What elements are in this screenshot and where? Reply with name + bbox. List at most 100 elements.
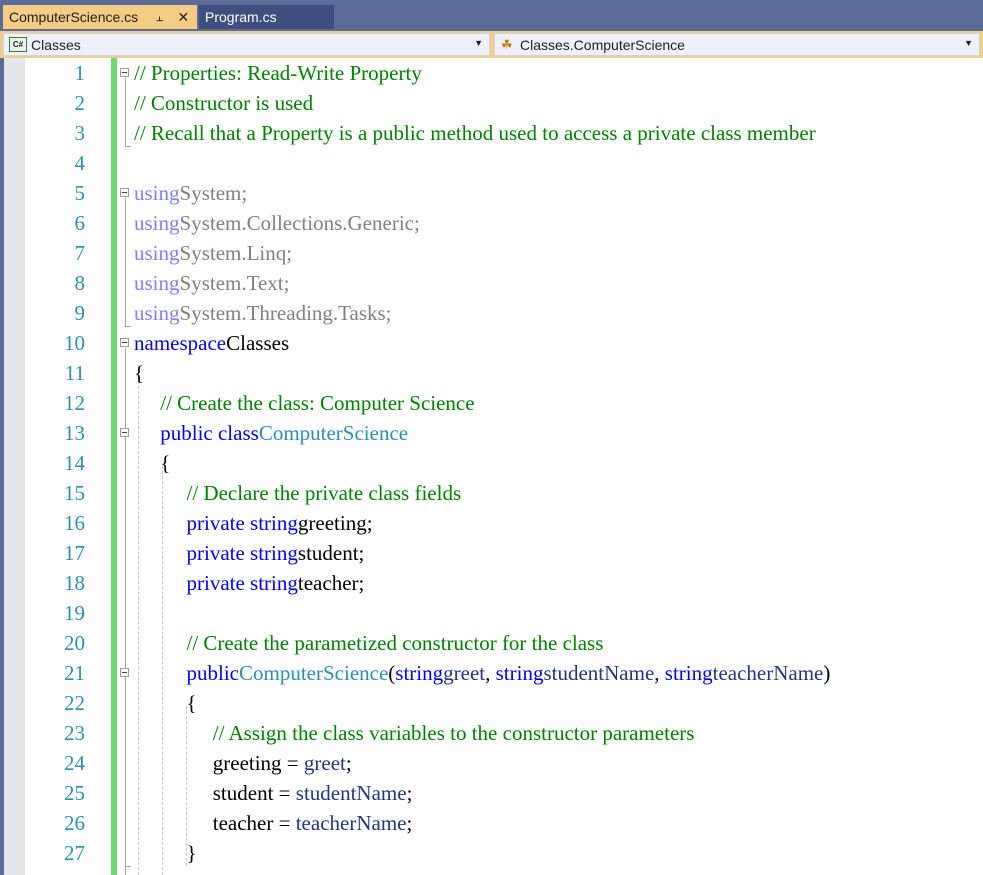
tab-label: ComputerScience.cs — [9, 9, 139, 25]
code-text[interactable]: usingSystem.Text; — [134, 268, 289, 298]
code-text[interactable]: { — [134, 358, 144, 388]
code-line[interactable]: 16 private stringgreeting; — [0, 508, 983, 538]
line-number: 10 — [64, 331, 85, 355]
code-text[interactable]: student = studentName; — [134, 778, 413, 808]
line-number: 5 — [74, 181, 86, 205]
tab-computerscience-cs[interactable]: ComputerScience.cs ⫠ ✕ — [3, 5, 197, 29]
code-line[interactable]: 22 { — [0, 688, 983, 718]
code-line[interactable]: 14 { — [0, 448, 983, 478]
chevron-down-icon[interactable]: ▼ — [474, 38, 483, 48]
code-line[interactable]: 26 teacher = teacherName; — [0, 808, 983, 838]
code-line[interactable]: 24 greeting = greet; — [0, 748, 983, 778]
code-line[interactable]: 18 private stringteacher; — [0, 568, 983, 598]
chevron-down-icon[interactable]: ▼ — [964, 38, 973, 48]
code-text[interactable]: // Recall that a Property is a public me… — [134, 118, 816, 148]
code-line[interactable]: 9 usingSystem.Threading.Tasks; — [0, 298, 983, 328]
code-token: namespace — [134, 331, 227, 355]
code-text[interactable]: namespaceClasses — [134, 328, 289, 358]
code-text[interactable]: publicComputerScience(stringgreet, strin… — [134, 658, 831, 688]
code-token: greeting; — [297, 511, 373, 535]
code-line[interactable]: 5 usingSystem; — [0, 178, 983, 208]
code-text[interactable]: usingSystem.Threading.Tasks; — [134, 298, 392, 328]
code-token: using — [134, 211, 180, 235]
code-line[interactable]: 1 // Properties: Read-Write Property — [0, 58, 983, 88]
code-line[interactable]: 6 usingSystem.Collections.Generic; — [0, 208, 983, 238]
line-number: 15 — [64, 481, 85, 505]
code-token: teacherName — [712, 661, 824, 685]
code-line[interactable]: 15 // Declare the private class fields — [0, 478, 983, 508]
code-text[interactable]: usingSystem; — [134, 178, 247, 208]
line-number: 19 — [64, 601, 85, 625]
code-text[interactable]: // Create the class: Computer Science — [134, 388, 474, 418]
code-token: } — [134, 841, 197, 865]
code-text[interactable]: public classComputerScience — [134, 418, 408, 448]
code-token: { — [134, 361, 145, 385]
code-line[interactable]: 10 namespaceClasses — [0, 328, 983, 358]
code-line[interactable]: 4 — [0, 148, 983, 178]
code-line[interactable]: 19 — [0, 598, 983, 628]
code-text[interactable]: // Properties: Read-Write Property — [134, 58, 422, 88]
code-text[interactable]: private stringstudent; — [134, 538, 365, 568]
code-token: string — [395, 661, 444, 685]
pin-icon[interactable]: ⫠ — [156, 10, 163, 25]
code-text[interactable]: { — [134, 448, 170, 478]
type-dropdown-value: Classes.ComputerScience — [520, 36, 685, 53]
project-dropdown[interactable]: C# Classes ▼ — [3, 33, 490, 56]
code-token: System.Threading.Tasks; — [179, 301, 392, 325]
code-line[interactable]: 3 // Recall that a Property is a public m… — [0, 118, 983, 148]
code-token: teacher; — [297, 571, 365, 595]
code-line[interactable]: 23 // Assign the class variables to the … — [0, 718, 983, 748]
code-text[interactable]: } — [134, 838, 197, 868]
code-token: ; — [406, 781, 413, 805]
code-line[interactable]: 2 // Constructor is used — [0, 88, 983, 118]
line-number: 18 — [64, 571, 85, 595]
code-token: System.Linq; — [179, 241, 293, 265]
code-line[interactable]: 21 publicComputerScience(stringgreet, st… — [0, 658, 983, 688]
code-text[interactable]: // Create the parametized constructor fo… — [134, 628, 604, 658]
code-text[interactable]: usingSystem.Linq; — [134, 238, 292, 268]
line-number: 9 — [74, 301, 86, 325]
code-token: ; — [345, 751, 352, 775]
type-dropdown[interactable]: ☘ Classes.ComputerScience ▼ — [494, 33, 980, 56]
code-line[interactable]: 13 public classComputerScience — [0, 418, 983, 448]
code-token: student = — [134, 781, 296, 805]
code-line[interactable]: 25 student = studentName; — [0, 778, 983, 808]
code-token: // Properties: Read-Write Property — [134, 61, 422, 85]
code-text[interactable]: // Assign the class variables to the con… — [134, 718, 695, 748]
code-text[interactable]: private stringteacher; — [134, 568, 365, 598]
code-token: System.Text; — [179, 271, 290, 295]
code-token: // Assign the class variables to the con… — [212, 721, 695, 745]
code-text[interactable]: greeting = greet; — [134, 748, 352, 778]
line-number: 27 — [64, 841, 85, 865]
code-text[interactable]: teacher = teacherName; — [134, 808, 413, 838]
code-text[interactable]: private stringgreeting; — [134, 508, 373, 538]
code-line[interactable]: 27 } — [0, 838, 983, 868]
line-number: 17 — [64, 541, 85, 565]
line-number: 11 — [64, 361, 85, 385]
code-line[interactable]: 11 { — [0, 358, 983, 388]
tab-program-cs[interactable]: Program.cs — [199, 5, 334, 29]
line-number: 7 — [74, 241, 86, 265]
code-line[interactable]: 17 private stringstudent; — [0, 538, 983, 568]
code-line[interactable]: 8 usingSystem.Text; — [0, 268, 983, 298]
code-text[interactable]: usingSystem.Collections.Generic; — [134, 208, 420, 238]
code-token: private string — [186, 571, 298, 595]
code-token: greet — [443, 661, 486, 685]
code-token: private string — [186, 541, 298, 565]
code-line[interactable]: 7 usingSystem.Linq; — [0, 238, 983, 268]
code-text[interactable]: { — [134, 688, 197, 718]
code-token: ; — [406, 811, 413, 835]
navigation-bar: C# Classes ▼ ☘ Classes.ComputerScience ▼ — [0, 31, 983, 58]
code-text[interactable]: // Constructor is used — [134, 88, 313, 118]
code-token: // Declare the private class fields — [186, 481, 462, 505]
code-token: ) — [823, 661, 831, 685]
close-icon[interactable]: ✕ — [177, 9, 189, 26]
code-token: ComputerScience — [239, 661, 389, 685]
code-line[interactable]: 20 // Create the parametized constructor… — [0, 628, 983, 658]
code-editor[interactable]: 1 // Properties: Read-Write Property 2 // C… — [0, 58, 983, 875]
code-text[interactable]: // Declare the private class fields — [134, 478, 462, 508]
code-line[interactable]: 12 // Create the class: Computer Science — [0, 388, 983, 418]
